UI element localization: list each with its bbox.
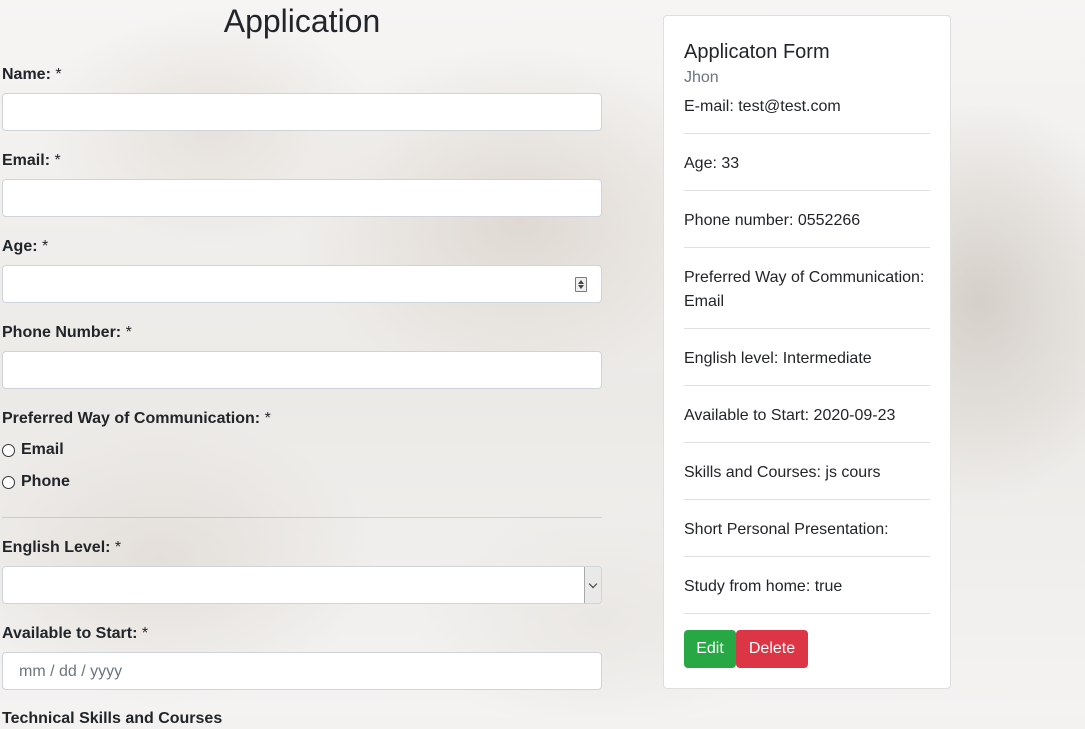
summary-email: E-mail: test@test.com (684, 98, 841, 115)
summary-separator (684, 442, 930, 443)
english-level-label: English Level: * (2, 538, 121, 558)
age-stepper[interactable] (575, 277, 587, 292)
summary-study-from-home: Study from home: true (684, 578, 843, 595)
date-placeholder: mm / dd / yyyy (19, 663, 123, 680)
chevron-down-icon[interactable] (584, 567, 601, 603)
phone-input[interactable] (2, 351, 602, 389)
form-divider (2, 517, 602, 518)
summary-phone: Phone number: 0552266 (684, 212, 861, 229)
summary-communication: Preferred Way of Communication: Email (684, 269, 925, 310)
delete-button[interactable]: Delete (736, 630, 808, 668)
page-title: Application (223, 3, 381, 39)
communication-label: Preferred Way of Communication: * (2, 409, 271, 429)
communication-option-phone[interactable]: Phone (2, 472, 70, 492)
card-title: Applicaton Form (684, 41, 830, 63)
summary-skills: Skills and Courses: js cours (684, 464, 881, 481)
age-label: Age: * (2, 237, 48, 257)
applicant-name: Jhon (684, 69, 719, 86)
summary-separator (684, 385, 930, 386)
name-input[interactable] (2, 93, 602, 131)
communication-label-text: Preferred Way of Communication: (2, 410, 261, 427)
summary-separator (684, 328, 930, 329)
required-marker: * (141, 625, 149, 642)
email-label: Email: * (2, 151, 61, 171)
summary-age: Age: 33 (684, 155, 740, 172)
required-marker: * (54, 152, 61, 169)
technical-skills-label: Technical Skills and Courses (2, 710, 223, 727)
email-radio[interactable] (2, 443, 15, 457)
available-start-label-text: Available to Start: (2, 625, 138, 642)
summary-separator (684, 499, 930, 500)
summary-separator (684, 556, 930, 557)
age-input[interactable] (2, 265, 602, 303)
email-input[interactable] (2, 179, 602, 217)
age-label-text: Age: (2, 238, 38, 255)
phone-radio-label: Phone (21, 473, 70, 490)
application-summary-card: Applicaton Form Jhon E-mail: test@test.c… (663, 15, 951, 689)
required-marker: * (114, 539, 122, 556)
summary-separator (684, 133, 930, 134)
required-marker: * (55, 66, 62, 83)
email-radio-label: Email (21, 441, 64, 458)
phone-label: Phone Number: * (2, 323, 132, 343)
summary-separator (684, 247, 930, 248)
email-label-text: Email: (2, 152, 51, 169)
available-start-label: Available to Start: * (2, 624, 148, 644)
summary-separator (684, 190, 930, 191)
summary-presentation: Short Personal Presentation: (684, 521, 889, 538)
required-marker: * (125, 324, 132, 341)
edit-button[interactable]: Edit (684, 630, 736, 668)
available-start-date-input[interactable]: mm / dd / yyyy (2, 652, 602, 690)
english-level-label-text: English Level: (2, 539, 111, 556)
english-level-select[interactable] (2, 566, 602, 604)
name-label-text: Name: (2, 66, 51, 83)
name-label: Name: * (2, 65, 62, 85)
phone-label-text: Phone Number: (2, 324, 122, 341)
summary-english-level: English level: Intermediate (684, 350, 872, 367)
required-marker: * (42, 238, 49, 255)
summary-separator (684, 613, 930, 614)
phone-radio[interactable] (2, 475, 15, 489)
summary-available-start: Available to Start: 2020-09-23 (684, 407, 896, 424)
communication-option-email[interactable]: Email (2, 440, 64, 460)
required-marker: * (264, 410, 271, 427)
